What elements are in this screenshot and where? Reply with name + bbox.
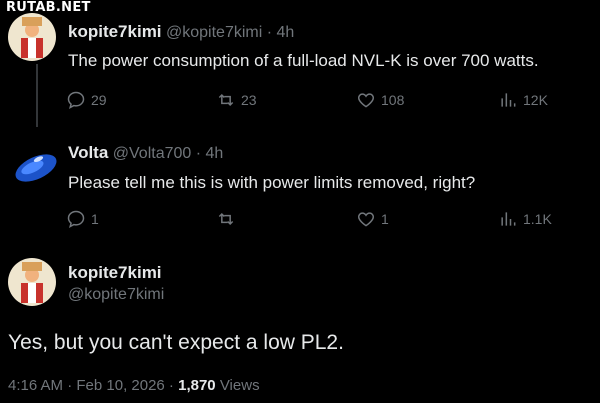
author-name[interactable]: kopite7kimi [68,263,162,283]
retweet-button[interactable]: 23 [216,90,257,110]
reply-icon [67,91,85,109]
avatar-image [8,258,56,306]
heart-icon [357,93,375,108]
like-count: 1 [381,211,389,227]
views-label: Views [219,377,260,394]
thread-line [36,64,38,127]
retweet-icon [218,212,234,226]
avatar[interactable] [8,258,56,306]
reply-button[interactable]: 1 [66,209,99,229]
analytics-icon [501,93,516,107]
heart-icon [357,212,375,227]
tweet-timestamp[interactable]: 4:16 AM · Feb 10, 2026 · [8,377,174,394]
author-name[interactable]: kopite7kimi [68,22,162,41]
views-button[interactable]: 1.1K [498,209,552,229]
main-tweet-text: Yes, but you can't expect a low PL2. [8,331,344,354]
avatar[interactable] [8,13,56,61]
author-name[interactable]: Volta [68,143,108,162]
analytics-icon [501,212,516,226]
reply-count: 1 [91,211,99,227]
view-count: 12K [523,92,548,108]
avatar-image [8,13,56,61]
avatar[interactable] [12,144,60,192]
author-handle[interactable]: @kopite7kimi [68,286,164,304]
author-handle[interactable]: @kopite7kimi [166,24,262,41]
tweet-text: The power consumption of a full-load NVL… [68,51,539,70]
retweet-icon [218,93,234,107]
reply-icon [67,210,85,228]
retweet-count: 23 [241,92,257,108]
view-count: 1.1K [523,211,552,227]
tweet-meta: 4:16 AM · Feb 10, 2026 · 1,870 Views [8,377,260,394]
reply-count: 29 [91,92,107,108]
reply-button[interactable]: 29 [66,90,107,110]
retweet-button[interactable] [216,209,241,229]
watermark: RUTAB.NET [6,0,91,15]
views-count: 1,870 [178,377,216,394]
views-button[interactable]: 12K [498,90,548,110]
author-handle[interactable]: @Volta700 [113,145,192,162]
like-button[interactable]: 108 [356,90,404,110]
tweet-text: Please tell me this is with power limits… [68,173,476,192]
like-count: 108 [381,92,405,108]
tweet-time[interactable]: · 4h [267,24,295,41]
avatar-image [15,154,57,182]
tweet-time[interactable]: · 4h [196,145,224,162]
like-button[interactable]: 1 [356,209,389,229]
